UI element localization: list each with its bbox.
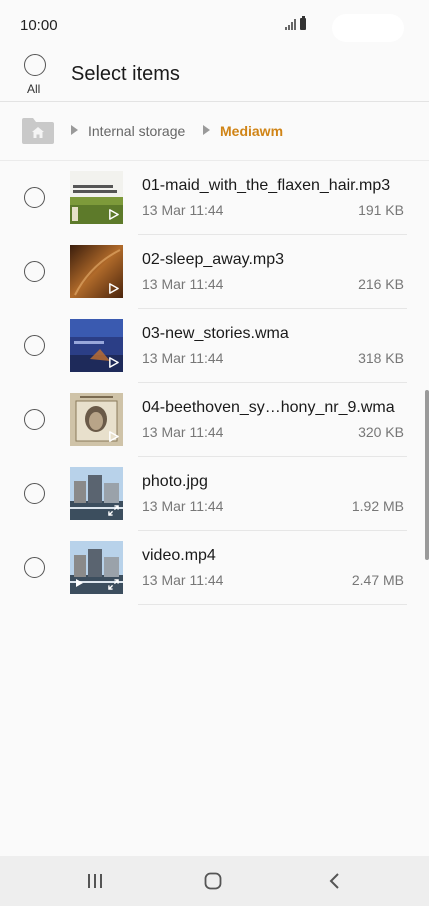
file-date: 13 Mar 11:44 [142, 202, 224, 218]
file-name: 03-new_stories.wma [142, 325, 289, 342]
select-all-checkbox[interactable] [24, 54, 46, 76]
navigation-bar [0, 856, 429, 906]
file-list: 01-maid_with_the_flaxen_hair.mp3 13 Mar … [0, 161, 429, 605]
file-name: 02-sleep_away.mp3 [142, 251, 285, 268]
play-icon [109, 431, 119, 442]
album-art-thumbnail [70, 393, 123, 446]
file-date: 13 Mar 11:44 [142, 350, 224, 366]
breadcrumb-separator-icon [71, 125, 78, 135]
select-all-label[interactable]: All [27, 82, 40, 96]
screen: 10:00 All Select items Internal storage … [0, 0, 429, 906]
file-size: 318 KB [358, 350, 404, 366]
home-icon[interactable] [204, 872, 222, 890]
play-icon [109, 283, 119, 294]
item-checkbox[interactable] [24, 261, 45, 282]
item-checkbox[interactable] [24, 187, 45, 208]
scrollbar[interactable] [425, 390, 429, 560]
file-size: 320 KB [358, 424, 404, 440]
breadcrumb: Internal storage Mediawm [0, 102, 429, 160]
album-art-thumbnail [70, 245, 123, 298]
list-item[interactable]: 03-new_stories.wma 13 Mar 11:44 318 KB [0, 309, 429, 383]
recents-icon[interactable] [86, 873, 104, 889]
album-art-thumbnail [70, 171, 123, 224]
status-time: 10:00 [20, 17, 58, 34]
list-item[interactable]: 02-sleep_away.mp3 13 Mar 11:44 216 KB [0, 235, 429, 309]
play-icon [109, 209, 119, 220]
status-bar: 10:00 [0, 0, 429, 52]
camera-cutout [332, 14, 404, 42]
row-divider [138, 604, 407, 605]
item-checkbox[interactable] [24, 483, 45, 504]
photo-thumbnail [70, 467, 123, 520]
breadcrumb-current-folder[interactable]: Mediawm [220, 123, 283, 139]
file-date: 13 Mar 11:44 [142, 572, 224, 588]
item-checkbox[interactable] [24, 409, 45, 430]
page-title: Select items [71, 63, 180, 85]
list-item[interactable]: 04-beethoven_sy…hony_nr_9.wma 13 Mar 11:… [0, 383, 429, 457]
breadcrumb-separator-icon [203, 125, 210, 135]
file-name: photo.jpg [142, 473, 208, 490]
item-checkbox[interactable] [24, 557, 45, 578]
file-date: 13 Mar 11:44 [142, 498, 224, 514]
expand-icon [108, 505, 119, 516]
file-name: video.mp4 [142, 547, 216, 564]
breadcrumb-internal-storage[interactable]: Internal storage [88, 123, 185, 139]
file-size: 191 KB [358, 202, 404, 218]
file-date: 13 Mar 11:44 [142, 276, 224, 292]
file-date: 13 Mar 11:44 [142, 424, 224, 440]
file-name: 04-beethoven_sy…hony_nr_9.wma [142, 399, 395, 416]
file-size: 1.92 MB [351, 498, 404, 514]
album-art-thumbnail [70, 319, 123, 372]
battery-icon [300, 16, 306, 30]
file-size: 2.47 MB [351, 572, 404, 588]
back-icon[interactable] [327, 872, 341, 890]
list-item[interactable]: photo.jpg 13 Mar 11:44 1.92 MB [0, 457, 429, 531]
signal-icon [285, 18, 296, 30]
app-header: All Select items [0, 52, 429, 102]
expand-icon [108, 579, 119, 590]
status-icons [285, 16, 306, 30]
item-checkbox[interactable] [24, 335, 45, 356]
list-item[interactable]: video.mp4 13 Mar 11:44 2.47 MB [0, 531, 429, 605]
list-item[interactable]: 01-maid_with_the_flaxen_hair.mp3 13 Mar … [0, 161, 429, 235]
home-folder-icon[interactable] [22, 116, 54, 144]
play-icon [109, 357, 119, 368]
file-name: 01-maid_with_the_flaxen_hair.mp3 [142, 177, 391, 194]
video-thumbnail [70, 541, 123, 594]
file-size: 216 KB [358, 276, 404, 292]
